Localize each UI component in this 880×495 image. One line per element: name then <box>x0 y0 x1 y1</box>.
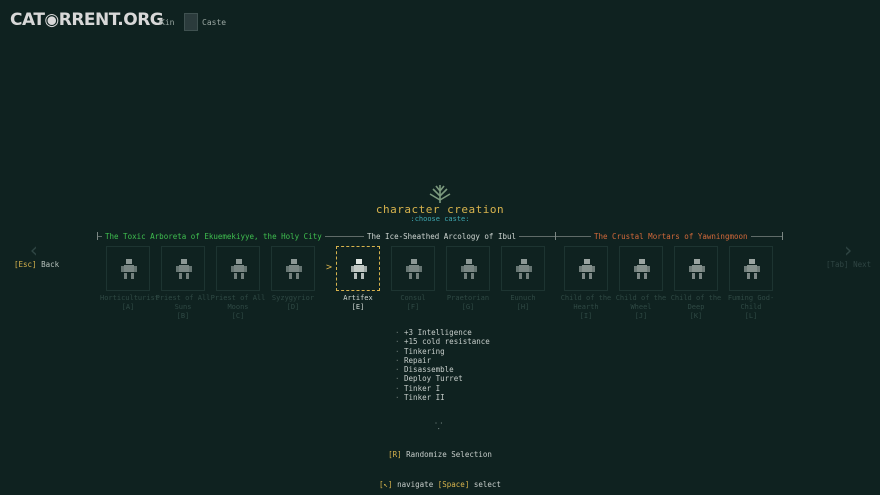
faction-label-crustal-mortars: The Crustal Mortars of Yawningmoon <box>591 232 751 241</box>
caste-portrait-icon <box>286 259 302 279</box>
caste-portrait-icon <box>231 259 247 279</box>
bonus-item: Disassemble <box>395 365 490 374</box>
rail-tick <box>97 232 98 240</box>
back-key: [Esc] <box>14 260 37 269</box>
selection-arrow-icon: > <box>326 262 333 273</box>
caste-key: [C] <box>231 312 245 320</box>
caste-name: Artifex <box>343 294 373 302</box>
caste-key: [E] <box>351 303 365 311</box>
caste-label: Child of the Hearth [I] <box>558 294 614 321</box>
select-label: select <box>473 480 501 489</box>
caste-name: Fuming God-Child <box>727 294 775 311</box>
caste-card[interactable] <box>564 246 608 291</box>
caste-card[interactable] <box>336 246 380 291</box>
bonus-item: Tinker II <box>395 393 490 402</box>
caste-key: [G] <box>461 303 475 311</box>
page-subtitle: :choose caste: <box>410 215 470 223</box>
caste-label: Child of the Deep [K] <box>668 294 724 321</box>
caste-portrait-icon <box>461 259 477 279</box>
next-arrow-icon[interactable]: › <box>842 238 854 262</box>
bonus-item: Repair <box>395 356 490 365</box>
caste-name: Praetorian <box>446 294 490 302</box>
caste-card[interactable] <box>619 246 663 291</box>
divider-dots-icon: ⸪ <box>435 422 443 432</box>
navigate-key: [↖] <box>379 480 393 489</box>
caste-card[interactable] <box>106 246 150 291</box>
caste-name: Consul <box>400 294 426 302</box>
caste-portrait-icon <box>176 259 192 279</box>
randomize-key: [R] <box>388 450 402 459</box>
breadcrumb-kin[interactable]: Kin <box>160 18 174 27</box>
caste-label: Horticulturist [A] <box>100 294 160 312</box>
site-logo: CAT◉RRENT.ORG <box>10 10 164 30</box>
caste-portrait-icon <box>406 259 422 279</box>
caste-key: [H] <box>516 303 530 311</box>
caste-label: Consul [F] <box>385 294 441 312</box>
caste-name: Priest of All Moons <box>210 294 266 311</box>
randomize-label: Randomize Selection <box>406 450 492 459</box>
rail-tick <box>782 232 783 240</box>
caste-name: Syzygyrior <box>271 294 315 302</box>
bonus-item: Tinkering <box>395 347 490 356</box>
caste-name: Child of the Deep <box>670 294 722 311</box>
caste-key: [B] <box>176 312 190 320</box>
caste-card[interactable] <box>271 246 315 291</box>
faction-label-toxic-arboreta: The Toxic Arboreta of Ekuemekiyye, the H… <box>102 232 325 241</box>
randomize-button[interactable]: [R] Randomize Selection <box>0 450 880 459</box>
caste-name: Child of the Wheel <box>615 294 667 311</box>
rail-tick <box>555 232 556 240</box>
back-button[interactable]: [Esc] Back <box>14 260 59 269</box>
prev-arrow-icon[interactable]: ‹ <box>28 238 40 262</box>
caste-label: Praetorian [G] <box>440 294 496 312</box>
bonus-item: +15 cold resistance <box>395 337 490 346</box>
caste-portrait-icon <box>351 259 367 279</box>
caste-label: Fuming God-Child [L] <box>723 294 779 321</box>
caste-label: Artifex [E] <box>330 294 386 312</box>
caste-key: [F] <box>406 303 420 311</box>
caste-label: Eunuch [H] <box>495 294 551 312</box>
caste-portrait-icon <box>516 259 532 279</box>
caste-card[interactable] <box>501 246 545 291</box>
caste-label: Priest of All Suns [B] <box>155 294 211 321</box>
caste-portrait-icon <box>579 259 595 279</box>
caste-key: [I] <box>579 312 593 320</box>
title-emblem-icon <box>429 185 451 203</box>
caste-label: Child of the Wheel [J] <box>613 294 669 321</box>
caste-key: [J] <box>634 312 648 320</box>
caste-portrait-icon <box>744 259 760 279</box>
caste-name: Eunuch <box>510 294 536 302</box>
caste-key: [L] <box>744 312 758 320</box>
faction-label-ice-arcology: The Ice-Sheathed Arcology of Ibul <box>364 232 520 241</box>
caste-name: Horticulturist <box>100 294 160 302</box>
caste-card[interactable] <box>216 246 260 291</box>
caste-label: Syzygyrior [D] <box>265 294 321 312</box>
bonus-item: Deploy Turret <box>395 374 490 383</box>
caste-key: [D] <box>286 303 300 311</box>
back-label: Back <box>41 260 60 269</box>
caste-card[interactable] <box>674 246 718 291</box>
breadcrumb-caste[interactable]: Caste <box>202 18 226 27</box>
navigate-label: navigate <box>397 480 434 489</box>
caste-label: Priest of All Moons [C] <box>210 294 266 321</box>
caste-key: [K] <box>689 312 703 320</box>
caste-name: Priest of All Suns <box>155 294 211 311</box>
caste-portrait-icon <box>121 259 137 279</box>
caste-card[interactable] <box>391 246 435 291</box>
caste-tab-icon <box>184 13 198 31</box>
caste-key: [A] <box>121 303 135 311</box>
next-button[interactable]: [Tab] Next <box>826 260 871 269</box>
footer-hints: [↖] navigate [Space] select <box>0 480 880 489</box>
bonus-item: +3 Intelligence <box>395 328 490 337</box>
bonus-item: Tinker I <box>395 384 490 393</box>
caste-portrait-icon <box>689 259 705 279</box>
caste-card[interactable] <box>161 246 205 291</box>
caste-bonus-list: +3 Intelligence+15 cold resistanceTinker… <box>395 328 490 402</box>
caste-card[interactable] <box>446 246 490 291</box>
select-key: [Space] <box>437 480 470 489</box>
caste-name: Child of the Hearth <box>560 294 612 311</box>
caste-card[interactable] <box>729 246 773 291</box>
caste-portrait-icon <box>634 259 650 279</box>
